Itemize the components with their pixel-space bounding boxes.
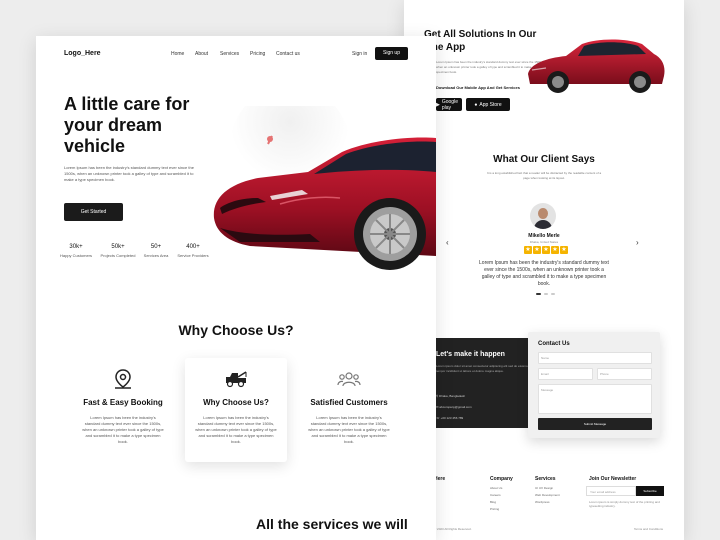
contact-dark-title: Let's make it happen — [436, 351, 505, 358]
footer-company-column: Company About Us Careers Blog Pricing — [490, 476, 513, 511]
location-pin-icon — [72, 368, 174, 390]
feature-title: Why Choose Us? — [203, 398, 269, 407]
apple-icon: ● — [474, 101, 478, 108]
star-icon: ★ — [560, 246, 568, 254]
feature-text: Lorem Ipsum has been the industry's stan… — [308, 415, 390, 444]
footer-link[interactable]: Careers — [490, 493, 513, 497]
car-hero-image — [213, 106, 436, 270]
phone-field[interactable]: Phone — [597, 368, 652, 380]
front-page-preview: Logo_Here Home About Services Pricing Co… — [36, 36, 436, 540]
footer-link[interactable]: Web Development — [535, 493, 560, 497]
stat-item: 400+ Service Providers — [177, 244, 209, 258]
chevron-left-icon[interactable]: ‹ — [446, 238, 449, 247]
feature-text: Lorem Ipsum has been the industry's stan… — [82, 415, 164, 444]
footer-link[interactable]: About Us — [490, 486, 513, 490]
testimonials-subtitle: It is a long established fact that a rea… — [486, 171, 602, 180]
star-icon: ★ — [551, 246, 559, 254]
footer-link[interactable]: Pricing — [490, 507, 513, 511]
subscribe-button[interactable]: Subscribe — [636, 486, 664, 496]
submit-message-button[interactable]: Submit Message — [538, 418, 652, 430]
footer-link[interactable]: UI UX Design — [535, 486, 560, 490]
star-icon: ★ — [533, 246, 541, 254]
message-field[interactable]: Message — [538, 384, 652, 414]
app-store-button[interactable]: ● App Store — [466, 98, 510, 111]
hero-title: A little care for your dream vehicle — [64, 94, 190, 156]
services-title: All the services we will — [256, 516, 408, 532]
feature-card: Satisfied Customers Lorem Ipsum has been… — [298, 358, 400, 462]
contact-dark-text: Lorem ipsum dolor sit amet consectetur a… — [436, 364, 530, 373]
feature-title: Satisfied Customers — [310, 398, 388, 407]
stat-item: 50+ Services Area — [143, 244, 169, 258]
users-group-icon — [298, 368, 400, 390]
feature-card: Why Choose Us? Lorem Ipsum has been the … — [185, 358, 287, 462]
google-play-button[interactable]: ▶ Google play — [436, 98, 462, 111]
contact-address: ⚲ Dhaka, Bangladesh — [436, 394, 466, 398]
star-icon: ★ — [524, 246, 532, 254]
hero-text: Lorem Ipsum has been the industry's stan… — [64, 165, 194, 182]
rating-stars: ★ ★ ★ ★ ★ — [524, 246, 568, 254]
footer-link[interactable]: Blog — [490, 500, 513, 504]
newsletter-email-input[interactable]: Your email address — [586, 486, 636, 496]
email-field[interactable]: Email — [538, 368, 593, 380]
nav-services[interactable]: Services — [220, 51, 239, 57]
feature-title: Fast & Easy Booking — [83, 398, 163, 407]
car-image-small — [528, 39, 665, 93]
get-started-button[interactable]: Get Started — [64, 203, 123, 221]
contact-phone: ☏ +00 123 456 789 — [436, 416, 464, 420]
app-download-label: Download Our Mobile App And Get Services — [436, 85, 520, 90]
star-icon: ★ — [542, 246, 550, 254]
nav-about[interactable]: About — [195, 51, 208, 57]
testimonials-title: What Our Client Says — [493, 154, 595, 165]
copyright: © 2023 All Rights Reserved. — [434, 527, 472, 531]
chevron-right-icon[interactable]: › — [636, 238, 639, 247]
legal-link[interactable]: Terms and Conditions — [634, 527, 663, 531]
stat-item: 30k+ Happy Customers — [59, 244, 92, 258]
contact-email: ✉ abcompany@gmail.com — [436, 405, 472, 409]
tow-truck-icon — [185, 368, 287, 390]
avatar — [530, 203, 556, 229]
name-field[interactable]: Name — [538, 352, 652, 364]
why-choose-title: Why Choose Us? — [178, 322, 294, 338]
back-page-preview: Get All Solutions In Our One App Lorem I… — [404, 0, 684, 540]
contact-form-title: Contact Us — [538, 341, 570, 347]
logo[interactable]: Logo_Here — [64, 50, 101, 57]
footer-link[interactable]: Wordpress — [535, 500, 560, 504]
client-review: Lorem Ipsum has been the industry's stan… — [479, 260, 609, 287]
google-play-icon: ▶ — [436, 101, 440, 108]
footer-newsletter-title: Join Our Newsletter — [589, 476, 637, 482]
stat-item: 50k+ Projects Completed — [100, 244, 136, 258]
newsletter-note: Lorem ipsum is simply dummy text of the … — [589, 500, 660, 508]
sign-in-link[interactable]: Sign in — [352, 51, 367, 57]
contact-form: Contact Us Name Email Phone Message Subm… — [528, 332, 660, 438]
nav-contact[interactable]: Contact us — [276, 51, 300, 57]
feature-card: Fast & Easy Booking Lorem Ipsum has been… — [72, 358, 174, 462]
carousel-dots[interactable] — [536, 293, 555, 295]
feature-text: Lorem Ipsum has been the industry's stan… — [195, 415, 277, 444]
nav-pricing[interactable]: Pricing — [250, 51, 265, 57]
footer-services-column: Services UI UX Design Web Development Wo… — [535, 476, 560, 504]
sign-up-button[interactable]: Sign up — [375, 47, 408, 60]
nav-home[interactable]: Home — [171, 51, 184, 57]
